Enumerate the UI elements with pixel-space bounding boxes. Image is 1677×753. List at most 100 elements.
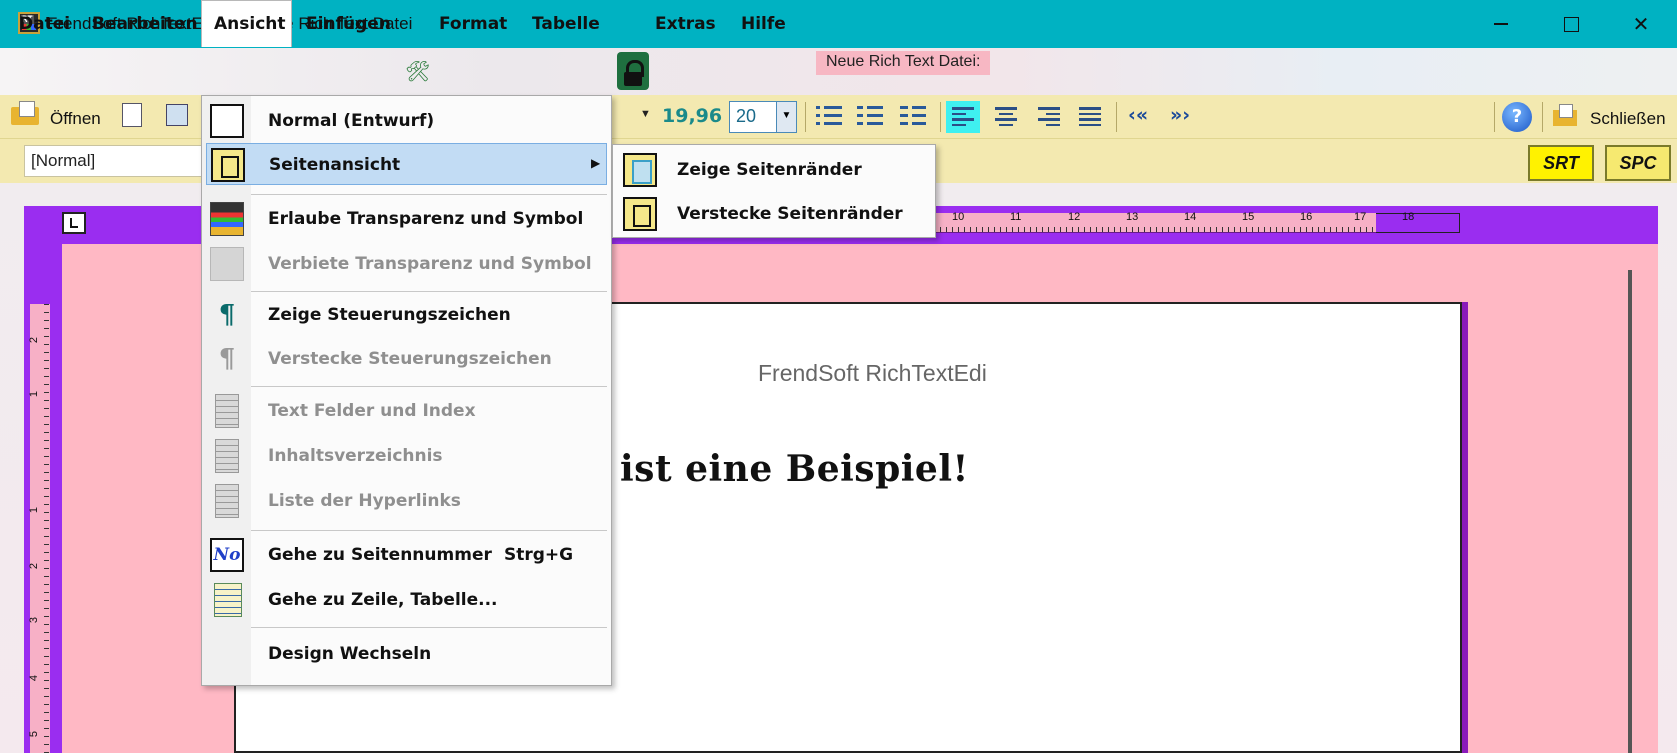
ruler-number: 5 (28, 730, 41, 738)
menu-item-label: Erlaube Transparenz und Symbol (268, 209, 584, 229)
align-justify-icon[interactable] (1073, 101, 1107, 133)
menu-bearbeiten[interactable]: Bearbeiten (92, 14, 198, 34)
menu-separator (251, 627, 607, 628)
menu-item-gehe-zu-zeile[interactable]: Gehe zu Zeile, Tabelle... (206, 579, 607, 621)
menu-extras[interactable]: Extras (655, 14, 716, 34)
bullet-list-icon[interactable] (816, 104, 842, 128)
menu-hilfe[interactable]: Hilfe (741, 14, 786, 34)
ruler-number: 10 (952, 211, 965, 223)
app-logo-gray-icon (210, 247, 244, 281)
srt-button[interactable]: SRT (1528, 145, 1594, 181)
ruler-right-margin[interactable] (1376, 213, 1460, 233)
document-name-label: Neue Rich Text Datei: (816, 51, 991, 75)
font-size-value: 19,96 (662, 105, 723, 127)
ruler-number: 17 (1354, 211, 1367, 223)
number-icon: No (210, 538, 244, 572)
menu-datei[interactable]: Datei (19, 14, 70, 34)
menu-item-gehe-zu-seitennummer[interactable]: No Gehe zu Seitennummer Strg+G (206, 534, 607, 576)
open-folder-icon[interactable] (11, 101, 41, 127)
menu-item-label: Zeige Seitenränder (677, 160, 862, 180)
close-document-button[interactable]: Schließen (1590, 109, 1666, 129)
ruler-number: 1 (28, 390, 41, 398)
open-button[interactable]: Öffnen (50, 109, 101, 129)
menu-ansicht[interactable]: Ansicht (214, 14, 286, 34)
pilcrow-icon: ¶ (218, 300, 236, 330)
page-body-text[interactable]: ist eine Beispiel! (620, 448, 969, 490)
vertical-scrollbar[interactable] (1628, 270, 1632, 753)
menu-item-inhaltsverzeichnis: Inhaltsverzeichnis (206, 435, 607, 477)
document-icon (215, 439, 239, 473)
minimize-button[interactable] (1466, 0, 1536, 48)
font-dropdown-arrow-icon[interactable]: ▼ (640, 108, 651, 120)
ruler-number: 12 (1068, 211, 1081, 223)
document-icon (215, 394, 239, 428)
toolbar-separator (940, 102, 941, 132)
menu-item-label: Text Felder und Index (268, 401, 476, 421)
menu-item-label: Zeige Steuerungszeichen (268, 305, 511, 325)
font-size-input[interactable]: 20 (729, 101, 777, 133)
menu-item-liste-hyperlinks: Liste der Hyperlinks (206, 480, 607, 522)
toolbar-separator (1116, 102, 1117, 132)
multilevel-list-icon[interactable] (900, 104, 926, 128)
menu-item-normal-entwurf[interactable]: Normal (Entwurf) (206, 100, 607, 142)
menu-item-text-felder: Text Felder und Index (206, 390, 607, 432)
menu-item-label: Inhaltsverzeichnis (268, 446, 443, 466)
ruler-number: 18 (1402, 211, 1415, 223)
page-view-icon (211, 148, 245, 182)
menu-item-zeige-steuerungszeichen[interactable]: ¶ Zeige Steuerungszeichen (206, 294, 607, 336)
menu-item-design-wechseln[interactable]: Design Wechseln (206, 633, 607, 675)
menu-item-label: Verstecke Seitenränder (677, 204, 903, 224)
tools-icon: 🛠 (405, 61, 431, 83)
align-left-icon[interactable] (946, 101, 980, 133)
copy-icon[interactable] (166, 104, 188, 126)
spc-button[interactable]: SPC (1605, 145, 1671, 181)
numbered-list-icon[interactable] (857, 104, 883, 128)
menu-item-shortcut: Strg+G (504, 545, 574, 565)
menu-item-erlaube-transparenz[interactable]: Erlaube Transparenz und Symbol (206, 198, 607, 240)
submenu-arrow-icon: ▶ (591, 156, 601, 170)
menu-item-label: Design Wechseln (268, 644, 432, 664)
menu-format[interactable]: Format (439, 14, 507, 34)
menu-tabelle[interactable]: Tabelle (532, 14, 600, 34)
new-document-icon[interactable] (122, 103, 142, 127)
ruler-number: 2 (28, 336, 41, 344)
hide-margins-icon (623, 197, 657, 231)
app-logo-icon (210, 202, 244, 236)
decrease-indent-icon[interactable]: ‹« (1128, 104, 1148, 126)
page-header-text[interactable]: FrendSoft RichTextEdi (758, 360, 987, 387)
maximize-button[interactable] (1536, 0, 1606, 48)
page-frame-icon (210, 104, 244, 138)
menu-item-seitenansicht[interactable]: Seitenansicht ▶ (206, 143, 607, 185)
align-center-icon[interactable] (989, 101, 1023, 133)
menu-einfuegen[interactable]: Einfügen (306, 14, 391, 34)
ruler-number: 2 (28, 562, 41, 570)
help-icon[interactable]: ? (1502, 102, 1532, 132)
menu-separator (251, 530, 607, 531)
ruler-number: 14 (1184, 211, 1197, 223)
font-size-dropdown-icon[interactable]: ▼ (777, 101, 797, 133)
lock-icon (617, 52, 649, 90)
pilcrow-gray-icon: ¶ (218, 344, 236, 374)
increase-indent-icon[interactable]: »› (1170, 104, 1190, 126)
ruler-number: 4 (28, 674, 41, 682)
menu-item-label: Verbiete Transparenz und Symbol (268, 254, 592, 274)
menu-separator (251, 194, 607, 195)
close-window-button[interactable]: ✕ (1606, 0, 1676, 48)
menu-item-verstecke-steuerungszeichen: ¶ Verstecke Steuerungszeichen (206, 338, 607, 380)
toolbar-separator (805, 102, 806, 132)
ruler-number: 1 (28, 506, 41, 514)
paragraph-style-select[interactable]: [Normal] (24, 145, 204, 177)
ruler-number: 11 (1010, 211, 1022, 223)
ruler-number: 15 (1242, 211, 1255, 223)
menu-item-zeige-seitenraender[interactable]: Zeige Seitenränder (617, 149, 933, 191)
menu-item-label: Seitenansicht (269, 155, 401, 175)
align-right-icon[interactable] (1032, 101, 1066, 133)
menu-separator (251, 291, 607, 292)
show-margins-icon (623, 153, 657, 187)
close-document-icon[interactable] (1553, 104, 1579, 128)
menu-item-label: Gehe zu Seitennummer (268, 545, 492, 565)
tab-stop-selector[interactable] (62, 212, 86, 234)
menu-item-label: Verstecke Steuerungszeichen (268, 349, 552, 369)
menu-item-verstecke-seitenraender[interactable]: Verstecke Seitenränder (617, 193, 933, 235)
menu-item-label: Liste der Hyperlinks (268, 491, 461, 511)
